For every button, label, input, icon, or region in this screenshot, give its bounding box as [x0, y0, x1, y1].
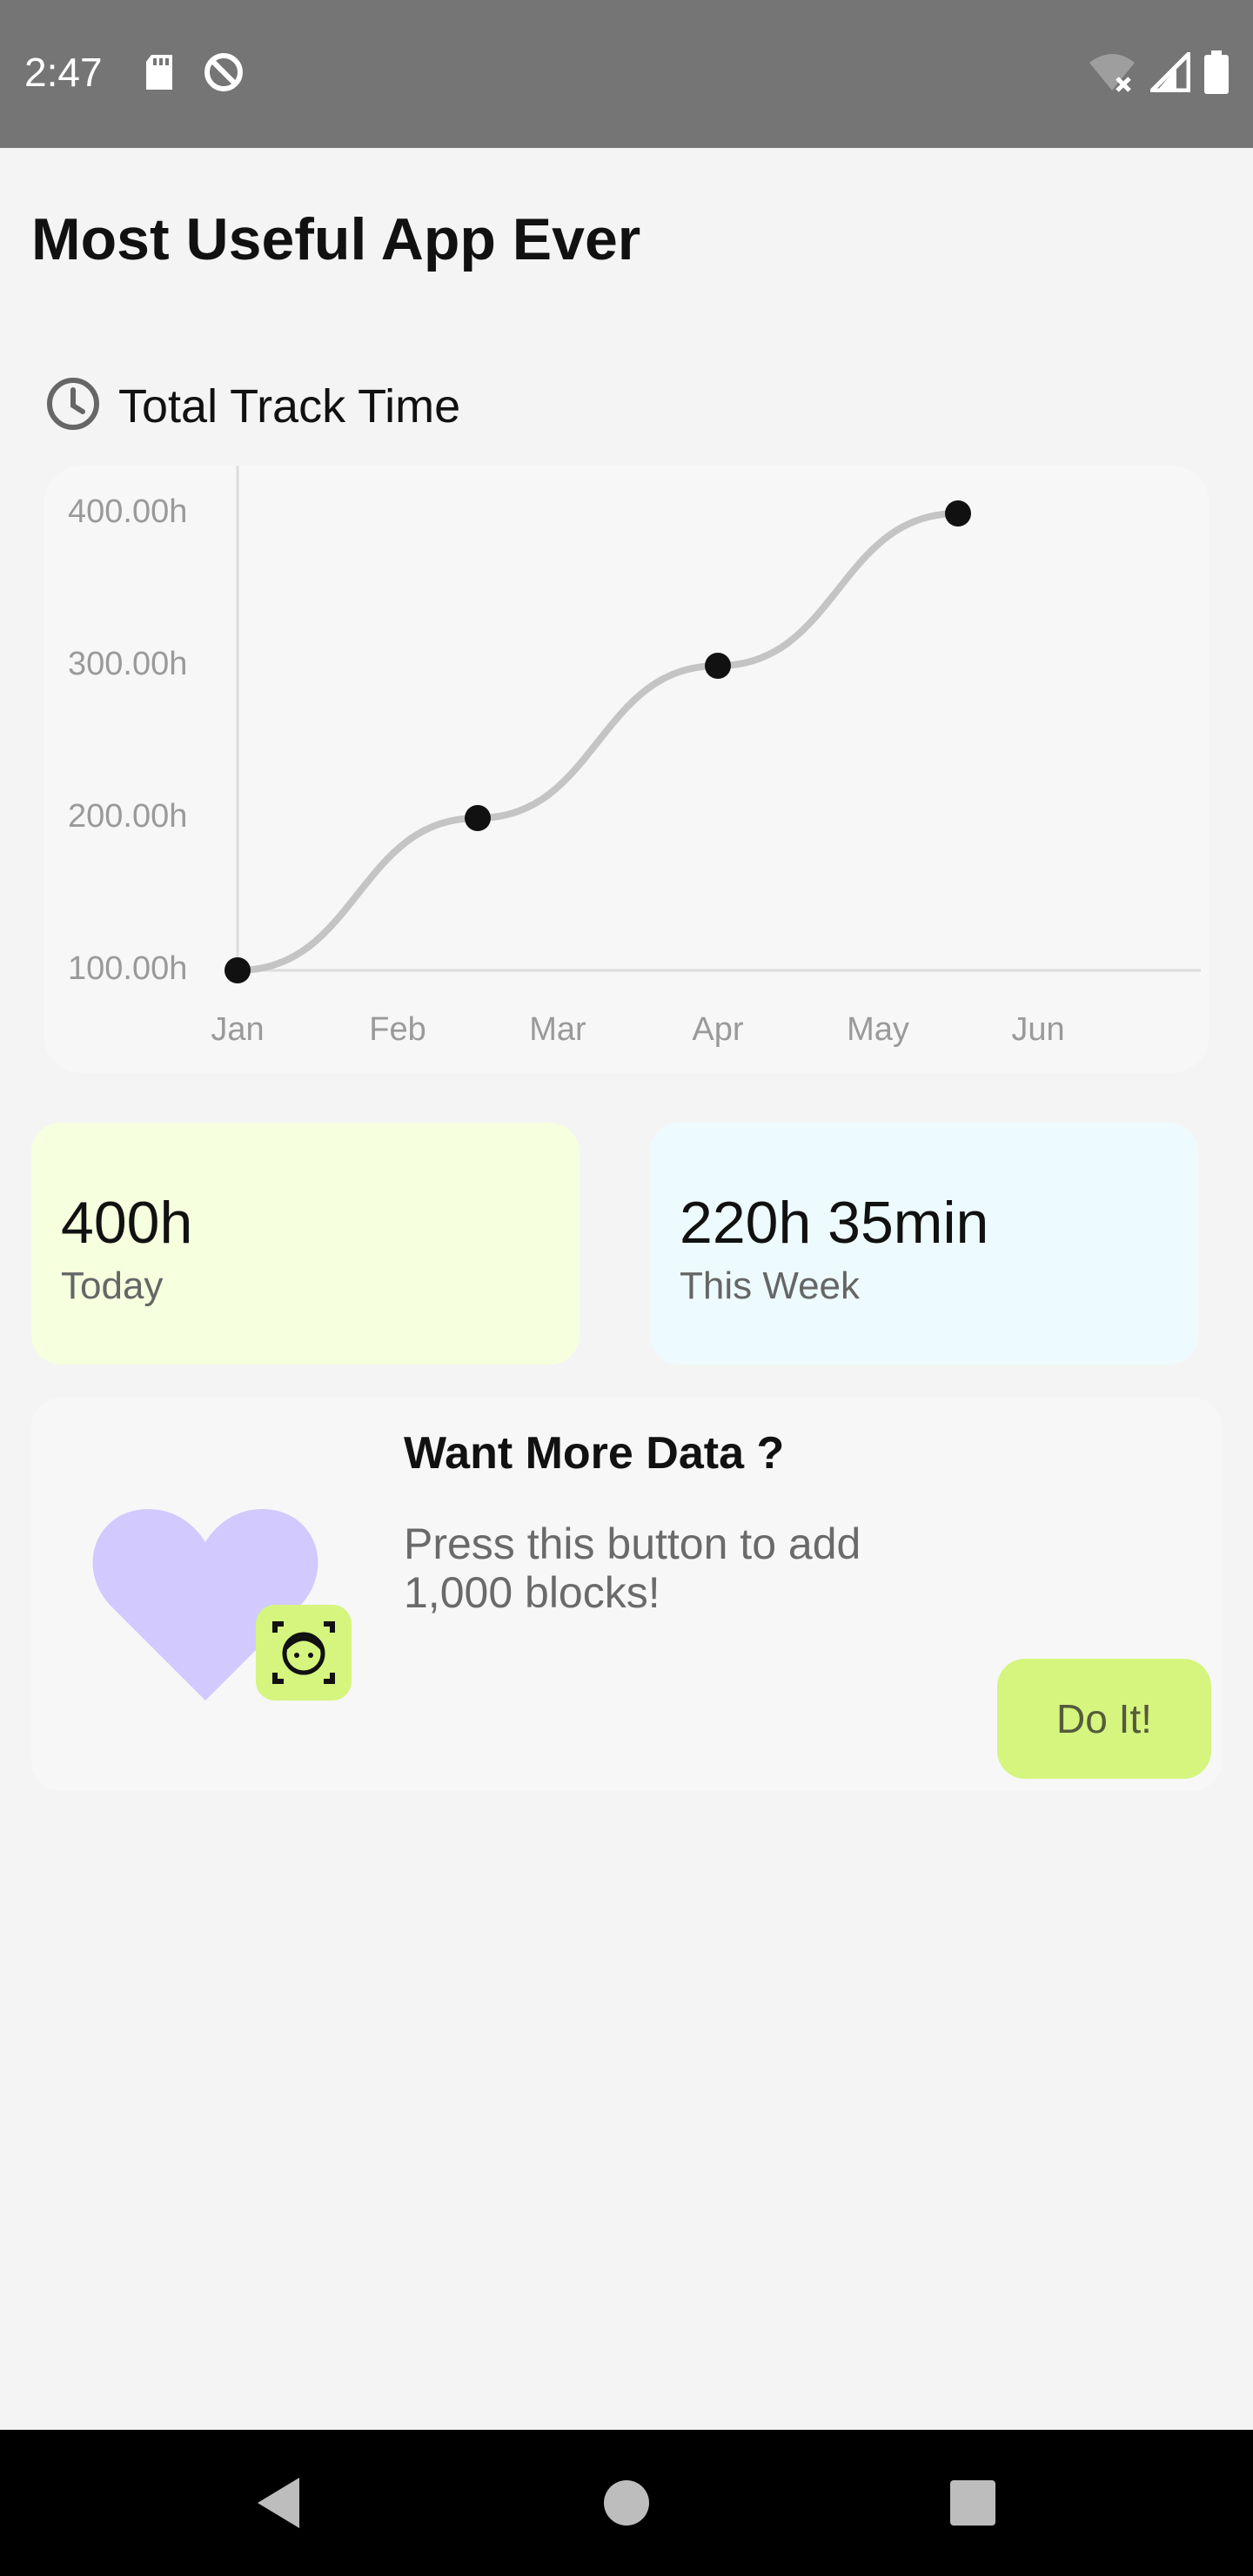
status-bar: 2:47	[0, 0, 1253, 148]
x-tick-label: Jun	[1011, 1011, 1064, 1048]
y-tick-label: 300.00h	[68, 646, 187, 682]
status-time: 2:47	[24, 50, 103, 95]
cell-signal-icon	[1146, 48, 1191, 97]
today-value: 400h	[61, 1190, 193, 1256]
data-point	[705, 653, 731, 679]
x-tick-label: Mar	[529, 1011, 586, 1048]
y-tick-label: 100.00h	[68, 950, 187, 987]
y-tick-label: 400.00h	[68, 493, 187, 530]
face-scan-icon	[256, 1605, 352, 1701]
promo-card: Want More Data ? Press this button to ad…	[31, 1398, 1222, 1791]
track-time-chart: 100.00h 200.00h 300.00h 400.00h Jan Feb Mar Ap…	[44, 466, 1209, 1073]
recents-icon	[950, 2480, 995, 2526]
battery-icon	[1204, 50, 1229, 98]
data-point	[224, 957, 251, 983]
nav-bar	[0, 2430, 1253, 2576]
sd-card-icon	[143, 53, 176, 96]
x-tick-label: Feb	[369, 1011, 425, 1048]
home-icon	[604, 2480, 649, 2526]
x-tick-label: May	[847, 1011, 909, 1048]
week-value: 220h 35min	[680, 1190, 989, 1256]
x-tick-label: Jan	[211, 1011, 264, 1048]
series-line	[237, 510, 959, 974]
chart-svg: 100.00h 200.00h 300.00h 400.00h Jan Feb Mar Ap…	[68, 466, 1201, 1048]
data-point	[465, 805, 491, 831]
page-title: Most Useful App Ever	[31, 206, 641, 272]
heart-illustration	[92, 1509, 352, 1701]
today-stat-card: 400h Today	[31, 1123, 580, 1365]
track-time-header: Total Track Time	[45, 376, 460, 436]
promo-title: Want More Data ?	[404, 1428, 785, 1479]
week-stat-card: 220h 35min This Week	[650, 1123, 1198, 1365]
back-icon	[258, 2478, 299, 2528]
wifi-off-icon	[1088, 52, 1136, 97]
week-label: This Week	[680, 1265, 861, 1307]
section-title: Total Track Time	[118, 379, 461, 433]
back-button[interactable]	[205, 2430, 352, 2576]
x-tick-label: Apr	[692, 1011, 743, 1048]
today-label: Today	[61, 1265, 164, 1307]
promo-body: Press this button to add 1,000 blocks!	[404, 1519, 861, 1617]
y-tick-label: 200.00h	[68, 798, 187, 835]
recents-button[interactable]	[900, 2430, 1046, 2576]
clock-icon	[45, 376, 101, 436]
do-it-button[interactable]: Do It!	[997, 1659, 1211, 1779]
data-saver-icon	[202, 50, 245, 98]
data-point	[945, 500, 971, 527]
home-button[interactable]	[553, 2430, 700, 2576]
